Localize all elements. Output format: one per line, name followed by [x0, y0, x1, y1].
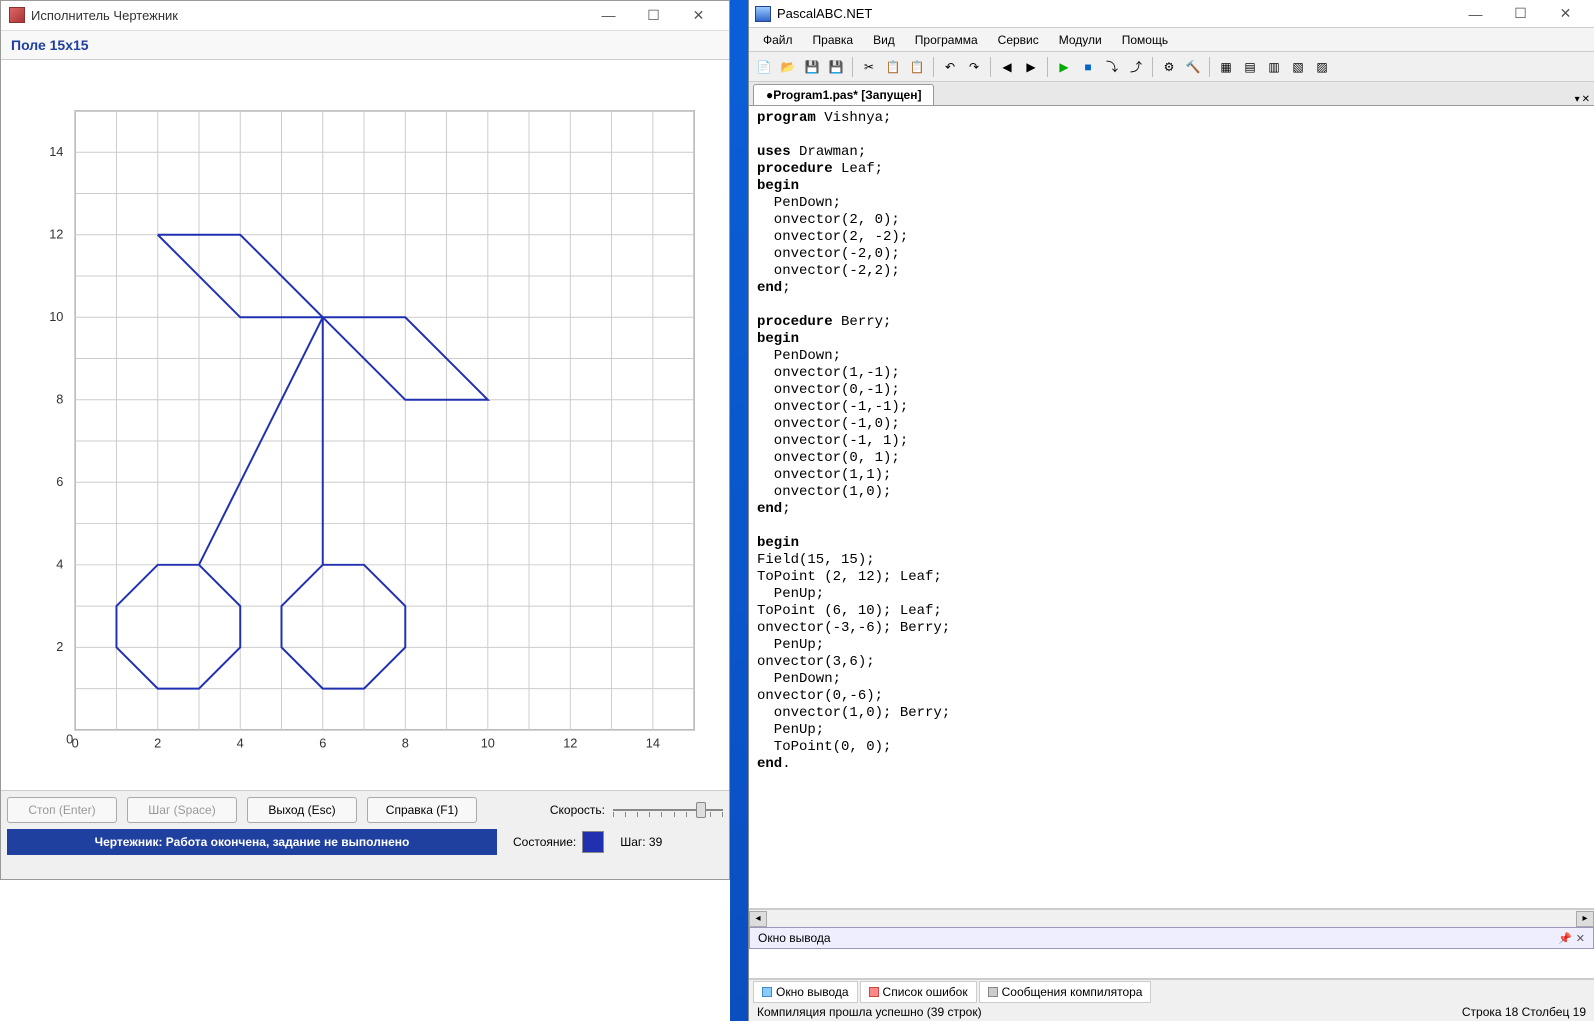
state-label: Состояние:: [513, 835, 576, 849]
exit-button[interactable]: Выход (Esc): [247, 797, 357, 823]
maximize-button[interactable]: ☐: [631, 1, 676, 29]
tab-output[interactable]: Окно вывода: [753, 981, 858, 1003]
stop-icon[interactable]: ■: [1077, 56, 1099, 78]
drawing-canvas: 0246810121424681012140: [1, 60, 729, 791]
close-button[interactable]: ✕: [676, 1, 721, 29]
svg-text:2: 2: [56, 639, 63, 654]
menu-правка[interactable]: Правка: [805, 30, 862, 50]
output-panel-header[interactable]: Окно вывода 📌 ✕: [749, 927, 1594, 949]
menu-вид[interactable]: Вид: [865, 30, 903, 50]
pascal-icon: [755, 6, 771, 22]
output-title: Окно вывода: [758, 931, 831, 945]
svg-text:4: 4: [237, 735, 244, 750]
step-into-icon[interactable]: ⤵: [1101, 56, 1123, 78]
status-message: Чертежник: Работа окончена, задание не в…: [7, 829, 497, 855]
state-color-swatch: [582, 831, 604, 853]
desktop-gap: [730, 0, 748, 1021]
tab-compiler-messages[interactable]: Сообщения компилятора: [979, 981, 1152, 1003]
svg-text:12: 12: [563, 735, 577, 750]
speed-label: Скорость:: [550, 803, 605, 817]
toolbar: 📄📂💾💾✂📋📋↶↷◀▶▶■⤵⤴⚙🔨▦▤▥▧▨: [749, 52, 1594, 82]
saveall-icon[interactable]: 💾: [825, 56, 847, 78]
nav-fwd-icon[interactable]: ▶: [1020, 56, 1042, 78]
svg-text:0: 0: [66, 731, 73, 746]
svg-text:6: 6: [319, 735, 326, 750]
cursor-position: Строка 18 Столбец 19: [1462, 1005, 1586, 1019]
h-scrollbar[interactable]: ◂ ▸: [749, 909, 1594, 927]
minimize-button[interactable]: —: [586, 1, 631, 29]
svg-text:12: 12: [49, 226, 63, 241]
drawman-window: Исполнитель Чертежник — ☐ ✕ Поле 15x15 0…: [0, 0, 730, 880]
left-title: Исполнитель Чертежник: [31, 8, 586, 23]
editor-tab[interactable]: ●Program1.pas* [Запущен]: [753, 84, 934, 105]
tab-dropdown-icon[interactable]: ▾: [1575, 94, 1580, 105]
step-button[interactable]: Шаг (Space): [127, 797, 237, 823]
menu-помощь[interactable]: Помощь: [1114, 30, 1176, 50]
control-panel: Стоп (Enter) Шаг (Space) Выход (Esc) Спр…: [1, 790, 729, 879]
step-over-icon[interactable]: ⤴: [1125, 56, 1147, 78]
menu-bar: ФайлПравкаВидПрограммаСервисМодулиПомощь: [749, 28, 1594, 52]
save-icon[interactable]: 💾: [801, 56, 823, 78]
cut-icon[interactable]: ✂: [858, 56, 880, 78]
svg-text:8: 8: [402, 735, 409, 750]
svg-text:10: 10: [481, 735, 495, 750]
tab-errors[interactable]: Список ошибок: [860, 981, 977, 1003]
r-close-button[interactable]: ✕: [1543, 0, 1588, 28]
nav-back-icon[interactable]: ◀: [996, 56, 1018, 78]
right-title: PascalABC.NET: [777, 6, 1453, 21]
r-minimize-button[interactable]: —: [1453, 0, 1498, 28]
opt4-icon[interactable]: ▧: [1287, 56, 1309, 78]
bottom-tab-bar: Окно вывода Список ошибок Сообщения комп…: [749, 979, 1594, 1003]
run-icon[interactable]: ▶: [1053, 56, 1075, 78]
opt1-icon[interactable]: ▦: [1215, 56, 1237, 78]
new-icon[interactable]: 📄: [753, 56, 775, 78]
svg-text:14: 14: [49, 144, 63, 159]
app-icon: [9, 7, 25, 23]
pin-icon[interactable]: 📌: [1558, 932, 1572, 945]
field-size-label: Поле 15x15: [1, 31, 729, 60]
opt3-icon[interactable]: ▥: [1263, 56, 1285, 78]
svg-text:2: 2: [154, 735, 161, 750]
ide-status-bar: Компиляция прошла успешно (39 строк) Стр…: [749, 1003, 1594, 1021]
svg-text:8: 8: [56, 391, 63, 406]
compile-icon[interactable]: ⚙: [1158, 56, 1180, 78]
menu-модули[interactable]: Модули: [1051, 30, 1110, 50]
tab-bar: ●Program1.pas* [Запущен] ▾ ✕: [749, 82, 1594, 106]
drawing-svg: 0246810121424681012140: [31, 80, 699, 771]
pascalabc-window: PascalABC.NET — ☐ ✕ ФайлПравкаВидПрограм…: [748, 0, 1594, 1021]
step-count: Шаг: 39: [620, 835, 662, 849]
speed-slider[interactable]: [613, 800, 723, 820]
left-titlebar[interactable]: Исполнитель Чертежник — ☐ ✕: [1, 1, 729, 31]
undo-icon[interactable]: ↶: [939, 56, 961, 78]
svg-text:4: 4: [56, 556, 63, 571]
code-editor[interactable]: program Vishnya; uses Drawman; procedure…: [749, 106, 1594, 909]
scroll-left-icon[interactable]: ◂: [749, 911, 767, 927]
output-close-icon[interactable]: ✕: [1576, 932, 1585, 945]
copy-icon[interactable]: 📋: [882, 56, 904, 78]
path-berry1: [116, 564, 240, 688]
redo-icon[interactable]: ↷: [963, 56, 985, 78]
svg-text:10: 10: [49, 309, 63, 324]
paste-icon[interactable]: 📋: [906, 56, 928, 78]
right-titlebar[interactable]: PascalABC.NET — ☐ ✕: [749, 0, 1594, 28]
menu-файл[interactable]: Файл: [755, 30, 801, 50]
svg-text:14: 14: [646, 735, 660, 750]
compile-status: Компиляция прошла успешно (39 строк): [757, 1005, 982, 1019]
svg-text:6: 6: [56, 474, 63, 489]
r-maximize-button[interactable]: ☐: [1498, 0, 1543, 28]
help-button[interactable]: Справка (F1): [367, 797, 477, 823]
menu-программа[interactable]: Программа: [907, 30, 986, 50]
opt5-icon[interactable]: ▨: [1311, 56, 1333, 78]
output-panel: [749, 949, 1594, 979]
tab-close-icon[interactable]: ✕: [1582, 94, 1590, 105]
scroll-right-icon[interactable]: ▸: [1576, 911, 1594, 927]
menu-сервис[interactable]: Сервис: [990, 30, 1047, 50]
open-icon[interactable]: 📂: [777, 56, 799, 78]
opt2-icon[interactable]: ▤: [1239, 56, 1261, 78]
path-berry2: [282, 564, 406, 688]
stop-button[interactable]: Стоп (Enter): [7, 797, 117, 823]
build-icon[interactable]: 🔨: [1182, 56, 1204, 78]
